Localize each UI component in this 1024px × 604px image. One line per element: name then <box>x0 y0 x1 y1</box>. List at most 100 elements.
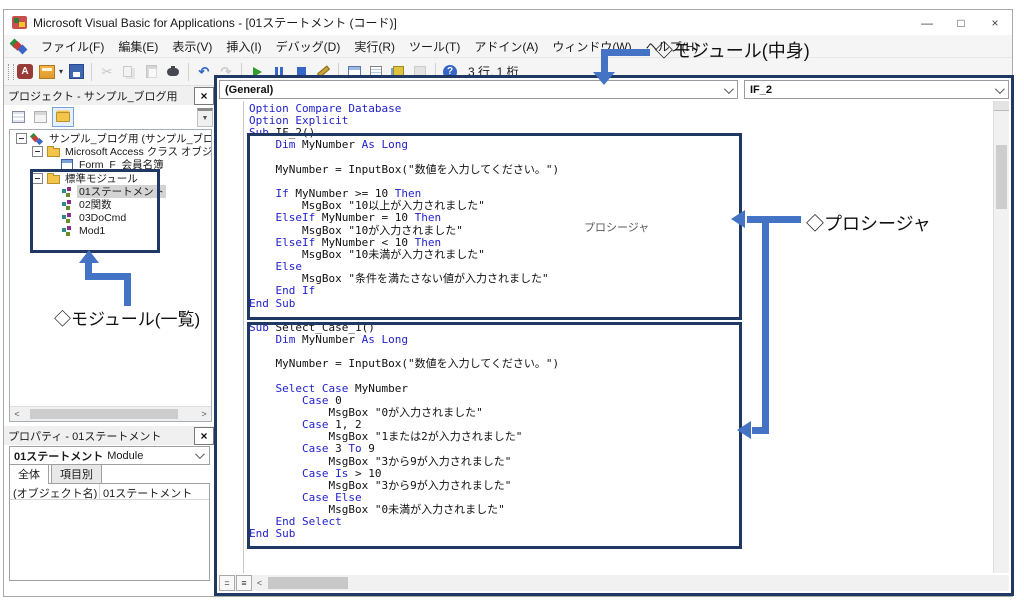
property-row[interactable]: (オブジェクト名) 01ステートメント <box>10 484 209 500</box>
selected-object-name: 01ステートメント <box>14 448 103 464</box>
folder-icon <box>46 173 60 184</box>
object-dropdown[interactable]: (General) <box>219 80 738 99</box>
close-button[interactable]: × <box>978 10 1012 35</box>
menu-item-4[interactable]: デバッグ(D) <box>269 36 348 57</box>
selected-object-type: Module <box>107 450 143 462</box>
module-content-arrow-vbar <box>601 49 608 74</box>
procedure-gray-label: プロシージャ <box>584 219 649 235</box>
procedure-view-button[interactable]: = <box>219 575 235 591</box>
full-module-view-button[interactable]: ≡ <box>236 575 252 591</box>
project-panel-title: プロジェクト - サンプル_ブログ用 <box>8 88 178 104</box>
insert-form-icon[interactable] <box>39 65 55 79</box>
vba-logo-icon <box>10 39 26 53</box>
module-icon <box>60 199 74 210</box>
properties-panel-close-button[interactable]: × <box>194 427 214 445</box>
project-panel-header: プロジェクト - サンプル_ブログ用 × <box>4 86 216 105</box>
project-icon <box>30 133 44 144</box>
minimize-button[interactable]: — <box>910 10 944 35</box>
scroll-right-arrow[interactable]: > <box>197 409 211 419</box>
code-hscroll-thumb[interactable] <box>268 577 348 589</box>
find-icon[interactable] <box>163 62 183 82</box>
split-handle[interactable] <box>994 101 1009 111</box>
tab-alphabetic[interactable]: 全体 <box>9 464 49 484</box>
hscroll-thumb[interactable] <box>30 409 178 419</box>
procedure-dropdown-value: IF_2 <box>750 84 772 96</box>
tab-categorized[interactable]: 項目別 <box>51 464 102 484</box>
code-text[interactable]: Option Compare DatabaseOption ExplicitSu… <box>249 103 559 541</box>
tree-item-label: Microsoft Access クラス オブジェクト <box>63 145 211 158</box>
procedure-arrow-hbar1 <box>747 216 801 223</box>
window-title: Microsoft Visual Basic for Applications … <box>33 14 397 31</box>
tree-item-form[interactable]: Form_F_会員名簿 <box>10 158 211 171</box>
procedure-arrowhead2 <box>737 421 751 439</box>
module-content-annotation: ◇モジュール(中身) <box>655 37 810 63</box>
cut-icon <box>97 62 117 82</box>
menu-item-1[interactable]: 編集(E) <box>111 36 165 57</box>
view-code-button[interactable] <box>8 108 28 126</box>
module-list-annotation: ◇モジュール(一覧) <box>54 305 200 330</box>
tree-item-module[interactable]: 02関数 <box>10 198 211 211</box>
object-selector-dropdown[interactable]: 01ステートメント Module <box>9 446 210 465</box>
code-vertical-scrollbar[interactable] <box>993 101 1009 573</box>
menu-item-6[interactable]: ツール(T) <box>402 36 467 57</box>
properties-panel: プロパティ - 01ステートメント × 01ステートメント Module 全体 … <box>4 426 216 596</box>
project-panel-close-button[interactable]: × <box>194 87 214 105</box>
view-object-button[interactable] <box>30 108 50 126</box>
hscroll-left-arrow[interactable]: < <box>253 578 266 588</box>
tree-item-label: Mod1 <box>77 225 107 237</box>
code-line: Dim MyNumber As Long <box>249 139 559 151</box>
menu-item-5[interactable]: 実行(R) <box>347 36 402 57</box>
code-line: End Sub <box>249 528 559 540</box>
properties-panel-header: プロパティ - 01ステートメント × <box>4 426 216 445</box>
tree-item-project[interactable]: サンプル_ブログ用 (サンプル_ブログ用) <box>10 132 211 145</box>
undo-icon[interactable] <box>194 62 214 82</box>
project-tree-hscrollbar[interactable]: < > <box>10 406 211 421</box>
view-code-icon <box>12 111 25 123</box>
tree-item-module[interactable]: 01ステートメント <box>10 185 211 198</box>
project-explorer-panel: プロジェクト - サンプル_ブログ用 × ▼ サンプル_ブログ用 (サンプル_ブ… <box>4 86 216 426</box>
tree-item-label: 03DoCmd <box>77 212 128 224</box>
tree-item-label: 標準モジュール <box>63 172 140 185</box>
code-margin-bar <box>219 101 244 573</box>
paste-icon <box>141 62 161 82</box>
procedure-dropdown[interactable]: IF_2 <box>744 80 1009 99</box>
access-icon[interactable]: A <box>17 64 33 79</box>
folder-icon <box>46 146 60 157</box>
dropdown-caret-icon[interactable]: ▾ <box>56 62 66 82</box>
code-line: MyNumber = InputBox("数値を入力してください。") <box>249 358 559 370</box>
code-editor-area[interactable]: Option Compare DatabaseOption ExplicitSu… <box>219 101 1009 573</box>
folder-icon <box>56 112 70 122</box>
chevron-down-icon <box>995 84 1005 94</box>
panel-scroll-button[interactable]: ▼ <box>197 108 213 127</box>
menu-item-7[interactable]: アドイン(A) <box>467 36 545 57</box>
toolbar-separator <box>188 63 189 81</box>
menu-item-3[interactable]: 挿入(I) <box>219 36 268 57</box>
procedure-arrow-vbar <box>762 216 769 434</box>
procedure-annotation: ◇プロシージャ <box>806 210 931 236</box>
collapse-icon[interactable] <box>32 146 43 157</box>
tree-item-folder[interactable]: Microsoft Access クラス オブジェクト <box>10 145 211 158</box>
collapse-icon[interactable] <box>32 173 43 184</box>
property-value-cell[interactable]: 01ステートメント <box>100 484 209 499</box>
code-line: End Select <box>249 516 559 528</box>
vscroll-thumb[interactable] <box>996 145 1007 209</box>
toggle-folders-button[interactable] <box>52 107 74 127</box>
vba-app-icon <box>12 16 27 29</box>
properties-tabs: 全体 項目別 <box>9 467 210 484</box>
scroll-left-arrow[interactable]: < <box>10 409 24 419</box>
chevron-down-icon <box>195 449 205 459</box>
chevron-down-icon <box>724 84 734 94</box>
collapse-icon[interactable] <box>16 133 27 144</box>
menu-item-2[interactable]: 表示(V) <box>165 36 219 57</box>
module-icon <box>60 212 74 223</box>
properties-panel-body: 01ステートメント Module 全体 項目別 (オブジェクト名) 01ステート… <box>9 446 210 592</box>
save-icon[interactable] <box>69 64 84 79</box>
module-list-arrow-vbar2 <box>124 273 131 306</box>
tree-item-folder[interactable]: 標準モジュール <box>10 172 211 185</box>
module-content-arrow-hbar <box>604 49 650 56</box>
form-icon <box>60 159 74 170</box>
menu-item-0[interactable]: ファイル(F) <box>34 36 111 57</box>
maximize-button[interactable]: □ <box>944 10 978 35</box>
tree-item-module[interactable]: Mod1 <box>10 224 211 237</box>
tree-item-module[interactable]: 03DoCmd <box>10 211 211 224</box>
